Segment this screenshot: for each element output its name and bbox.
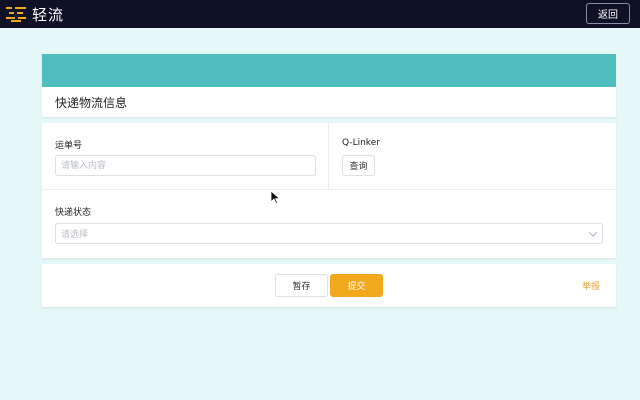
mouse-cursor-icon — [271, 191, 280, 204]
q-linker-field: Q-Linker 查询 — [329, 123, 616, 190]
app-logo[interactable]: 轻流 — [6, 4, 64, 25]
form-title: 快递物流信息 — [55, 96, 128, 110]
delivery-status-label: 快递状态 — [55, 208, 92, 218]
chevron-down-icon — [588, 231, 598, 237]
delivery-status-placeholder: 请选择 — [61, 230, 89, 240]
form-fields-card: 运单号 Q-Linker 查询 快递状态 请选择 — [42, 123, 616, 258]
app-name: 轻流 — [32, 5, 65, 24]
delivery-status-select[interactable]: 请选择 — [55, 223, 603, 244]
form-row-top: 运单号 Q-Linker 查询 — [42, 123, 616, 190]
query-button[interactable]: 查询 — [342, 155, 375, 176]
form-header-card: 快递物流信息 — [42, 54, 616, 117]
report-link[interactable]: 举报 — [582, 279, 600, 292]
header-color-band — [42, 54, 616, 87]
back-button[interactable]: 返回 — [586, 3, 630, 24]
submit-button[interactable]: 提交 — [330, 274, 383, 297]
top-navigation-bar: 轻流 返回 — [0, 0, 640, 28]
qingflow-logo-icon — [6, 7, 26, 22]
tracking-number-field: 运单号 — [42, 123, 329, 190]
form-actions-card: 暂存 提交 举报 — [42, 264, 616, 307]
q-linker-label: Q-Linker — [342, 138, 380, 148]
save-draft-button[interactable]: 暂存 — [275, 274, 328, 297]
tracking-number-input[interactable] — [55, 155, 316, 176]
tracking-number-label: 运单号 — [55, 141, 83, 151]
